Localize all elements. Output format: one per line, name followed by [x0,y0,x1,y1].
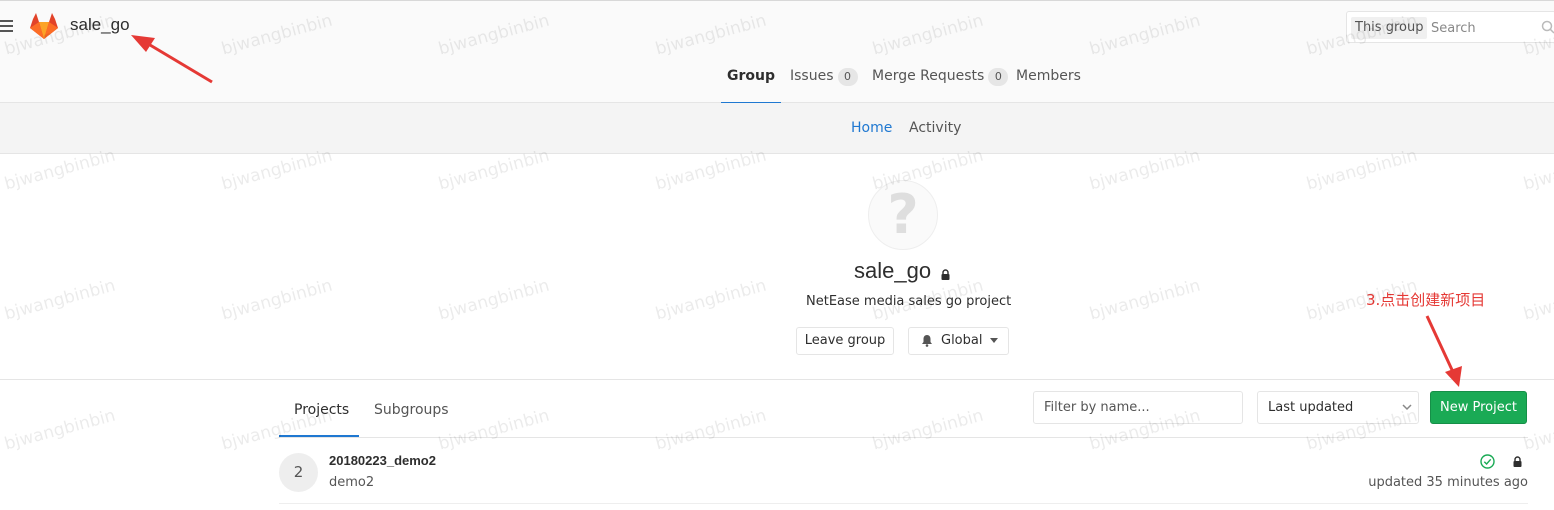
private-lock-icon [941,269,950,280]
tab-projects[interactable]: Projects [279,394,359,437]
tab-group-label: Group [726,68,775,84]
merge-requests-count-badge: 0 [988,68,1009,86]
tab-members[interactable]: Members [1016,57,1081,104]
tab-merge-requests-label: Merge Requests [872,68,985,84]
section-divider [0,379,1554,380]
watermark-text: bjwangbinbin [653,275,769,325]
watermark-text: bjwangbinbin [436,275,552,325]
tabs-underline [279,437,1528,438]
group-avatar: ? [868,180,938,250]
arrow-to-new-project [1425,315,1462,387]
sort-select[interactable]: Last updated [1257,391,1419,424]
caret-down-icon [990,338,999,343]
tab-group[interactable]: Group [721,57,781,104]
sort-select-value: Last updated [1268,400,1354,415]
chevron-down-icon [1402,404,1412,411]
notification-level-label: Global [941,333,983,348]
subtab-home[interactable]: Home [851,120,892,136]
pipeline-passed-icon[interactable] [1480,454,1495,469]
project-description: demo2 [329,475,375,490]
project-row[interactable]: 2 20180223_demo2 demo2 updated 35 minute… [279,444,1528,504]
sub-nav: Home Activity [0,103,1554,154]
watermark-text: bjwangbinbin [1521,275,1554,325]
watermark-text: bjwangbinbin [219,275,335,325]
watermark-text: bjwangbinbin [1087,275,1203,325]
top-header: sale_go This group Search Group Issues 0 … [0,0,1554,104]
subtab-activity[interactable]: Activity [909,120,961,136]
hamburger-menu-icon[interactable] [0,20,14,34]
project-lock-icon [1513,456,1522,467]
bell-icon [922,335,932,347]
group-nav-tabs: Group Issues 0 Merge Requests 0 Members [0,57,1554,104]
page: sale_go This group Search Group Issues 0 … [0,0,1554,510]
project-updated-time: updated 35 minutes ago [1368,475,1528,490]
tab-members-label: Members [1016,68,1081,84]
filter-by-name-input[interactable] [1033,391,1243,424]
tab-subgroups[interactable]: Subgroups [359,394,464,437]
tab-issues-label: Issues [790,68,834,84]
gitlab-logo-icon[interactable] [29,12,59,40]
group-name: sale_go [854,258,932,283]
watermark-text: bjwangbinbin [2,275,118,325]
group-description: NetEase media sales go project [806,294,1012,309]
notification-dropdown-button[interactable]: Global [908,327,1009,355]
group-name-row: sale_go [854,258,950,284]
search-scope-badge: This group [1351,17,1428,39]
leave-group-button[interactable]: Leave group [796,327,894,355]
tab-merge-requests[interactable]: Merge Requests 0 [872,57,1009,104]
new-project-button[interactable]: New Project [1430,391,1527,424]
project-name-link[interactable]: 20180223_demo2 [329,453,436,468]
watermark-text: bjwangbinbin [2,405,118,455]
search-field[interactable]: This group Search [1346,11,1554,43]
project-avatar: 2 [279,453,318,492]
header-group-title[interactable]: sale_go [70,15,130,35]
annotation-text: 3.点击创建新项目 [1366,291,1486,309]
search-icon [1541,20,1554,34]
search-placeholder: Search [1431,21,1476,36]
tab-issues[interactable]: Issues 0 [790,57,858,104]
issues-count-badge: 0 [837,68,858,86]
